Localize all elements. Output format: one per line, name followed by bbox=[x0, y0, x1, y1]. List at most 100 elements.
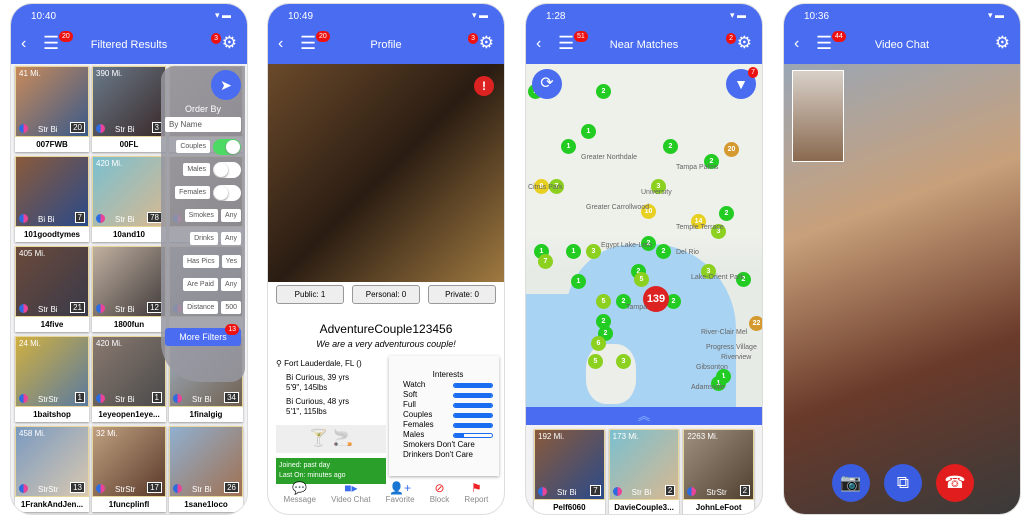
bay-water bbox=[526, 294, 596, 407]
map-place-label: Citrus Park bbox=[528, 184, 563, 191]
map-cluster-marker[interactable]: 1 bbox=[571, 274, 586, 289]
orientation: Str Bi bbox=[192, 395, 212, 404]
collapse-filter-button[interactable]: ➤ bbox=[211, 70, 241, 100]
map-cluster-marker[interactable]: 2 bbox=[663, 139, 678, 154]
username: 1funcplinfl bbox=[108, 500, 150, 509]
gear-icon[interactable]: ⚙ bbox=[479, 33, 494, 53]
map-cluster-marker[interactable]: 1 bbox=[561, 139, 576, 154]
location: Fort Lauderdale, FL () bbox=[284, 359, 362, 368]
gear-icon[interactable]: ⚙ bbox=[995, 33, 1010, 53]
photo-count: 2 bbox=[664, 485, 676, 496]
map-cluster-marker[interactable]: 22 bbox=[749, 316, 762, 331]
profile-photo: 458 Mi. StrStr 13 bbox=[15, 426, 89, 497]
profile-tile[interactable]: 192 Mi. Str Bi 7 Pelf6060 bbox=[534, 429, 605, 514]
wifi-battery-icon: ▾ ▬ bbox=[729, 10, 746, 20]
refresh-button[interactable]: ⟳ bbox=[532, 69, 562, 99]
map-cluster-marker[interactable]: 3 bbox=[616, 354, 631, 369]
interest-bar bbox=[453, 402, 493, 408]
username: AdventureCouple123456 bbox=[319, 322, 453, 336]
video-chat-button[interactable]: ■▸ Video Chat bbox=[331, 481, 370, 504]
map-place-label: Greater Carrollwood bbox=[586, 204, 650, 211]
profile-photo: 192 Mi. Str Bi 7 bbox=[534, 429, 605, 500]
map-cluster-marker[interactable]: 2 bbox=[596, 84, 611, 99]
interest-label: Soft bbox=[403, 390, 418, 399]
photo-count: 20 bbox=[70, 122, 85, 133]
profile-tile[interactable]: Str Bi 12 1800fun bbox=[92, 246, 166, 332]
profile-photo[interactable]: ! bbox=[268, 64, 504, 282]
more-filters-button[interactable]: More Filters 13 bbox=[165, 324, 241, 346]
map-place-label: Tampa Palms bbox=[676, 164, 719, 171]
map-cluster-marker[interactable]: 2 bbox=[656, 244, 671, 259]
message-button[interactable]: 💬 Message bbox=[284, 481, 316, 504]
flag-icon: ⚑ bbox=[470, 481, 482, 495]
add-user-icon: 👤+ bbox=[389, 481, 412, 495]
profile-tile[interactable]: Bi Bi 7 101goodtymes bbox=[15, 156, 89, 242]
last-on-text: Last On: minutes ago bbox=[279, 472, 346, 479]
expand-list-handle[interactable]: ︽ bbox=[526, 407, 762, 425]
profile-tile[interactable]: 41 Mi. Str Bi 20 007FWB bbox=[15, 66, 89, 152]
map-cluster-marker[interactable]: 7 bbox=[538, 254, 553, 269]
map-place-label: Tampa bbox=[626, 304, 648, 311]
map-cluster-marker[interactable]: 5 bbox=[588, 354, 603, 369]
distance: 192 Mi. bbox=[538, 432, 565, 441]
photo-count: 1 bbox=[74, 392, 85, 403]
orientation: Str Bi bbox=[38, 305, 58, 314]
orientation: Str Bi bbox=[115, 395, 135, 404]
interests-title: Interests bbox=[432, 370, 464, 379]
gear-icon[interactable]: ⚙ bbox=[737, 33, 752, 53]
interest-row: Full bbox=[403, 400, 493, 410]
distance-select[interactable]: 500 bbox=[221, 301, 241, 314]
self-preview-video[interactable] bbox=[792, 70, 844, 162]
swap-view-button[interactable]: ⧉ bbox=[884, 464, 922, 502]
map-cluster-marker[interactable]: 5 bbox=[634, 272, 649, 287]
username: 14five bbox=[40, 320, 64, 329]
page-title: Video Chat bbox=[874, 39, 930, 51]
map-cluster-marker[interactable]: 3 bbox=[586, 244, 601, 259]
orientation-icon bbox=[612, 487, 622, 496]
are-paid-select[interactable]: Any bbox=[220, 278, 241, 291]
profile-tile[interactable]: 405 Mi. Str Bi 21 14five bbox=[15, 246, 89, 332]
block-button[interactable]: ⊘ Block bbox=[430, 481, 450, 504]
gear-icon[interactable]: ⚙ bbox=[222, 33, 237, 53]
map-cluster-marker[interactable]: 5 bbox=[596, 294, 611, 309]
map-place-label: Adamsville bbox=[691, 384, 725, 391]
report-button[interactable]: ⚑ Report bbox=[464, 481, 488, 504]
map-cluster-marker[interactable]: 1 bbox=[581, 124, 596, 139]
map-cluster-marker[interactable]: 6 bbox=[591, 336, 606, 351]
orientation: StrStr bbox=[115, 485, 136, 494]
profile-tile[interactable]: 390 Mi. Str Bi 3 00FL bbox=[92, 66, 166, 152]
map-cluster-marker[interactable]: 1 bbox=[566, 244, 581, 259]
personal-photos-button[interactable]: Personal: 0 bbox=[352, 285, 420, 304]
map-cluster-marker[interactable]: 20 bbox=[724, 142, 739, 157]
filter-button[interactable]: ▼ 7 bbox=[726, 67, 758, 99]
private-photos-button[interactable]: Private: 0 bbox=[428, 285, 496, 304]
drink-smoke-icons: 🍸 🚬 bbox=[276, 425, 386, 453]
hang-up-button[interactable]: ☎ bbox=[936, 464, 974, 502]
has-pics-select[interactable]: Yes bbox=[221, 255, 241, 268]
females-toggle[interactable] bbox=[213, 184, 241, 201]
profile-tile[interactable]: 458 Mi. StrStr 13 1FrankAndJen... bbox=[15, 426, 89, 512]
profile-tile[interactable]: 32 Mi. StrStr 17 1funcplinfl bbox=[92, 426, 166, 512]
map[interactable]: 2211297321021432021312721325522139226531… bbox=[526, 64, 762, 407]
males-toggle[interactable] bbox=[213, 161, 241, 178]
favorite-button[interactable]: 👤+ Favorite bbox=[386, 481, 415, 504]
profile-tile[interactable]: 2263 Mi. StrStr 2 JohnLeFoot bbox=[683, 429, 755, 514]
interest-bar bbox=[453, 412, 493, 418]
profile-tile[interactable]: 420 Mi. Str Bi 1 1eyeopen1eye... bbox=[92, 336, 166, 422]
profile-tile[interactable]: 420 Mi. Str Bi 78 10and10 bbox=[92, 156, 166, 242]
drinks-select[interactable]: Any bbox=[220, 232, 241, 245]
couples-toggle[interactable] bbox=[213, 138, 241, 155]
females-label: Females bbox=[175, 186, 210, 199]
drinks-label: Drinks bbox=[190, 232, 218, 245]
order-by-select[interactable]: By Name bbox=[165, 117, 241, 132]
smokes-select[interactable]: Any bbox=[220, 209, 241, 222]
interest-row: Watch bbox=[403, 380, 493, 390]
camera-switch-button[interactable]: 📷 bbox=[832, 464, 870, 502]
public-photos-button[interactable]: Public: 1 bbox=[276, 285, 344, 304]
profile-tile[interactable]: Str Bi 26 1sane1loco bbox=[169, 426, 243, 512]
alert-icon[interactable]: ! bbox=[474, 76, 494, 96]
profile-tile[interactable]: 173 Mi. Str Bi 2 DavieCouple3... bbox=[608, 429, 680, 514]
profile-tile[interactable]: 24 Mi. StrStr 1 1baitshop bbox=[15, 336, 89, 422]
map-cluster-marker[interactable]: 2 bbox=[719, 206, 734, 221]
distance: 41 Mi. bbox=[19, 69, 41, 78]
